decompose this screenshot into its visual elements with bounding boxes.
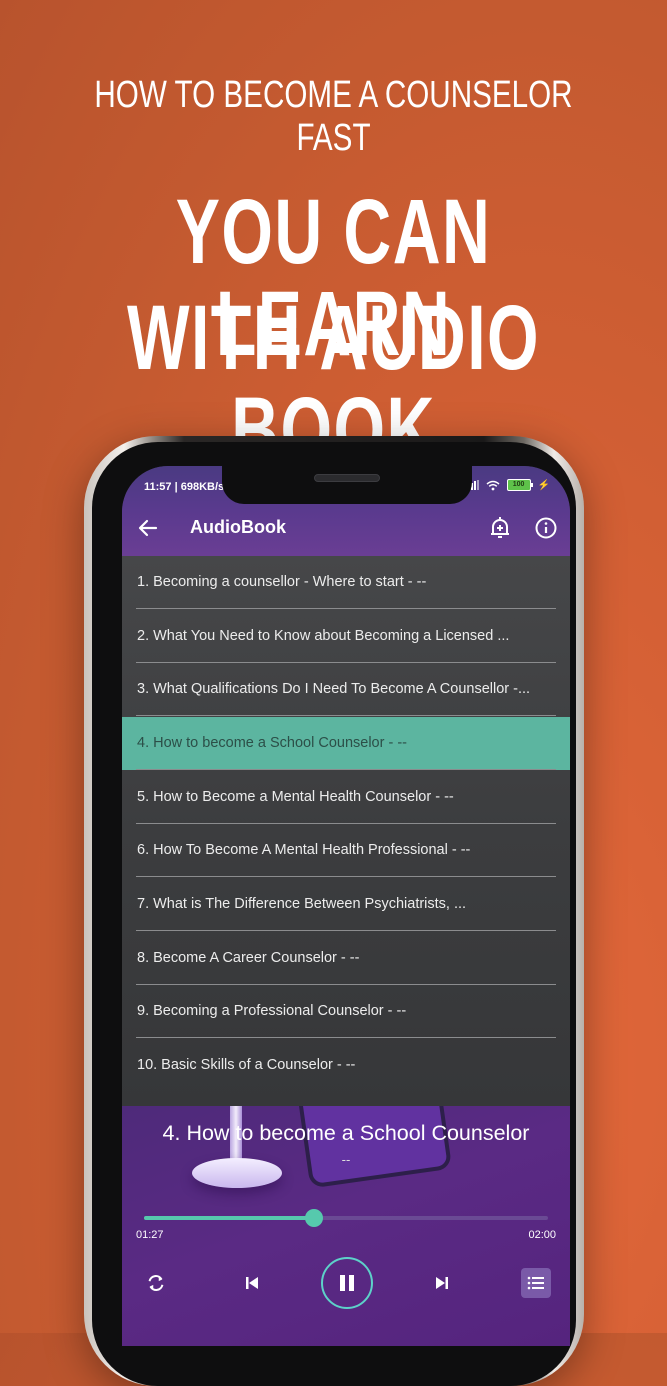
seek-bar[interactable] — [144, 1209, 548, 1227]
phone-notch — [222, 466, 472, 504]
chapter-label: 4. How to become a School Counselor - -- — [137, 735, 407, 751]
chapter-label: 9. Becoming a Professional Counselor - -… — [137, 1003, 407, 1019]
playlist-button[interactable] — [521, 1268, 551, 1298]
pause-button[interactable] — [321, 1257, 373, 1309]
chapter-item[interactable]: 7. What is The Difference Between Psychi… — [122, 878, 570, 931]
chapter-item[interactable]: 5. How to Become a Mental Health Counsel… — [122, 771, 570, 824]
phone-mockup: 11:57 | 698KB/s 100 ⚡ AudioBook 1. Becom… — [84, 436, 584, 1386]
chapter-label: 7. What is The Difference Between Psychi… — [137, 896, 467, 912]
playlist-icon — [527, 1276, 544, 1290]
add-alarm-icon[interactable] — [488, 515, 512, 541]
chapter-item[interactable]: 3. What Qualifications Do I Need To Beco… — [122, 663, 570, 716]
app-title: AudioBook — [190, 517, 286, 537]
next-icon — [436, 1277, 448, 1289]
battery-icon: 100 — [506, 479, 533, 491]
pause-icon — [340, 1275, 354, 1291]
next-button[interactable] — [430, 1271, 454, 1295]
divider — [136, 876, 556, 877]
chapter-label: 3. What Qualifications Do I Need To Beco… — [137, 681, 531, 697]
current-time: 01:27 — [136, 1229, 164, 1241]
seek-bar-fill — [144, 1216, 314, 1220]
previous-button[interactable] — [240, 1271, 264, 1295]
repeat-icon — [148, 1275, 164, 1291]
status-icons: 100 ⚡ — [464, 479, 550, 491]
chapter-list: 1. Becoming a counsellor - Where to star… — [122, 556, 570, 1106]
status-time: 11:57 | 698KB/s — [144, 481, 225, 493]
promo-subtitle: HOW TO BECOME A COUNSELOR FAST — [94, 74, 573, 159]
chapter-item[interactable]: 6. How To Become A Mental Health Profess… — [122, 824, 570, 877]
divider — [136, 715, 556, 716]
repeat-button[interactable] — [144, 1271, 168, 1295]
player-panel: 4. How to become a School Counselor -- 0… — [122, 1106, 570, 1346]
total-time: 02:00 — [528, 1229, 556, 1241]
now-playing-subtitle: -- — [341, 1152, 351, 1167]
charging-icon: ⚡ — [537, 479, 550, 491]
now-playing-title: 4. How to become a School Counselor — [162, 1121, 530, 1145]
chapter-label: 5. How to Become a Mental Health Counsel… — [137, 788, 454, 805]
back-arrow-icon[interactable] — [136, 516, 160, 540]
earpiece-speaker — [314, 474, 380, 482]
chapter-label: 10. Basic Skills of a Counselor - -- — [137, 1057, 356, 1073]
chapter-label: 6. How To Become A Mental Health Profess… — [137, 842, 471, 858]
chapter-item[interactable]: 10. Basic Skills of a Counselor - -- — [122, 1039, 570, 1092]
divider — [136, 1037, 556, 1038]
seek-bar-thumb[interactable] — [304, 1209, 323, 1227]
chapter-label: 1. Becoming a counsellor - Where to star… — [137, 574, 427, 590]
info-icon[interactable] — [534, 516, 558, 540]
previous-icon — [246, 1277, 258, 1289]
wifi-icon — [486, 480, 500, 490]
phone-bezel: 11:57 | 698KB/s 100 ⚡ AudioBook 1. Becom… — [92, 442, 576, 1386]
chapter-label: 2. What You Need to Know about Becoming … — [137, 627, 510, 644]
chapter-item[interactable]: 1. Becoming a counsellor - Where to star… — [122, 556, 570, 609]
background-illustration — [294, 1106, 453, 1189]
phone-screen: 11:57 | 698KB/s 100 ⚡ AudioBook 1. Becom… — [122, 466, 570, 1346]
chapter-item[interactable]: 9. Becoming a Professional Counselor - -… — [122, 985, 570, 1038]
chapter-item[interactable]: 2. What You Need to Know about Becoming … — [122, 610, 570, 663]
chapter-item[interactable]: 8. Become A Career Counselor - -- — [122, 932, 570, 985]
chapter-item-active[interactable]: 4. How to become a School Counselor - -- — [122, 717, 570, 770]
chapter-label: 8. Become A Career Counselor - -- — [137, 949, 360, 966]
